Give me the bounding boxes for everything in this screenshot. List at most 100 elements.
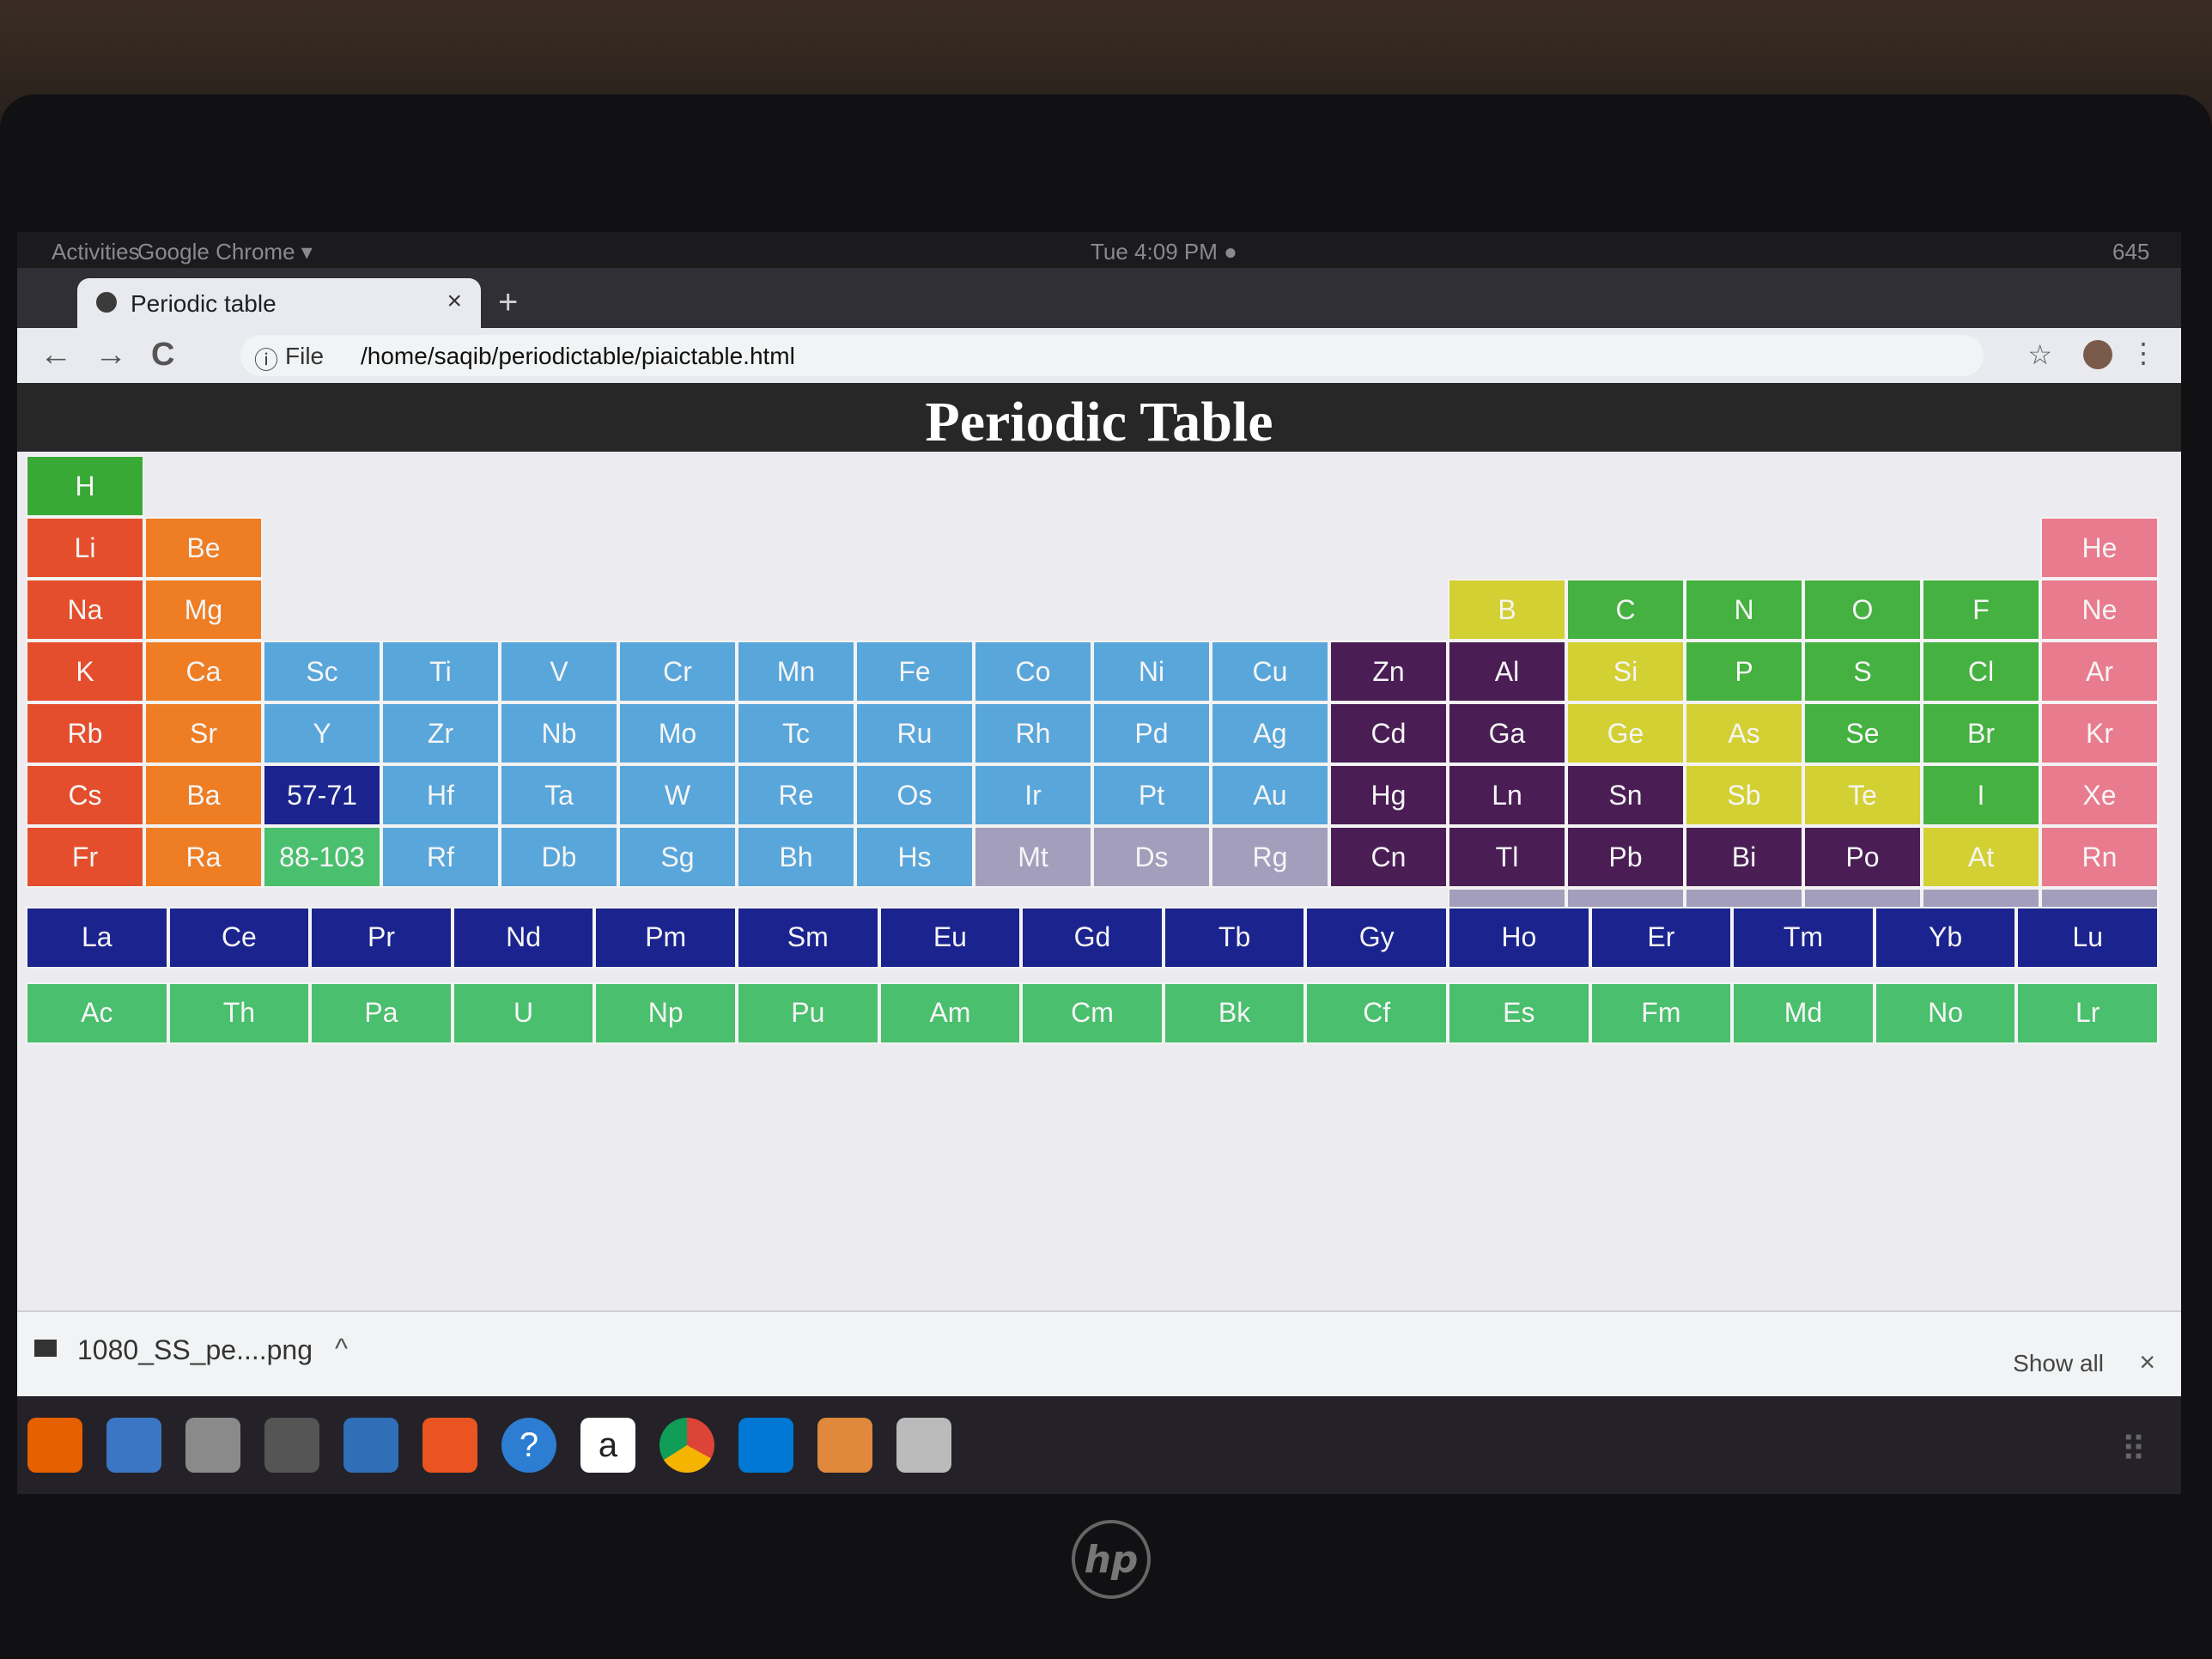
- element-zn[interactable]: Zn: [1329, 641, 1448, 702]
- actinide-lr[interactable]: Lr: [2016, 981, 2159, 1044]
- element-rh[interactable]: Rh: [974, 702, 1092, 764]
- element-al[interactable]: Al: [1448, 641, 1566, 702]
- element-88-103[interactable]: 88-103: [263, 826, 381, 888]
- element-sb[interactable]: Sb: [1685, 764, 1803, 826]
- amazon-icon[interactable]: a: [580, 1418, 635, 1473]
- element-li[interactable]: Li: [26, 517, 144, 579]
- element-ln[interactable]: Ln: [1448, 764, 1566, 826]
- element-os[interactable]: Os: [855, 764, 974, 826]
- element-ti[interactable]: Ti: [381, 641, 500, 702]
- files-icon[interactable]: [185, 1418, 240, 1473]
- lanthanide-gy[interactable]: Gy: [1305, 906, 1448, 969]
- element-sg[interactable]: Sg: [618, 826, 737, 888]
- element-ra[interactable]: Ra: [144, 826, 263, 888]
- actinide-u[interactable]: U: [452, 981, 595, 1044]
- lanthanide-pr[interactable]: Pr: [310, 906, 453, 969]
- actinide-md[interactable]: Md: [1732, 981, 1875, 1044]
- lanthanide-ho[interactable]: Ho: [1448, 906, 1590, 969]
- element-ru[interactable]: Ru: [855, 702, 974, 764]
- element-cr[interactable]: Cr: [618, 641, 737, 702]
- element-sc[interactable]: Sc: [263, 641, 381, 702]
- element-s[interactable]: S: [1803, 641, 1922, 702]
- profile-avatar[interactable]: [2083, 340, 2112, 369]
- actinide-np[interactable]: Np: [594, 981, 737, 1044]
- activities-button[interactable]: Activities: [52, 239, 140, 265]
- actinide-ac[interactable]: Ac: [26, 981, 168, 1044]
- lanthanide-tb[interactable]: Tb: [1163, 906, 1306, 969]
- vscode-icon[interactable]: [738, 1418, 793, 1473]
- lanthanide-la[interactable]: La: [26, 906, 168, 969]
- screenshot-icon[interactable]: [896, 1418, 951, 1473]
- element-cs[interactable]: Cs: [26, 764, 144, 826]
- chrome-menu-icon[interactable]: ⋮: [2130, 337, 2157, 369]
- element-po[interactable]: Po: [1803, 826, 1922, 888]
- element-c[interactable]: C: [1566, 579, 1685, 641]
- chrome-icon[interactable]: [659, 1418, 714, 1473]
- element-au[interactable]: Au: [1211, 764, 1329, 826]
- element-ca[interactable]: Ca: [144, 641, 263, 702]
- element-si[interactable]: Si: [1566, 641, 1685, 702]
- element-ir[interactable]: Ir: [974, 764, 1092, 826]
- element-w[interactable]: W: [618, 764, 737, 826]
- software-center-icon[interactable]: [422, 1418, 477, 1473]
- actinide-no[interactable]: No: [1874, 981, 2017, 1044]
- reload-button[interactable]: C: [151, 337, 174, 374]
- battery-indicator[interactable]: 645: [2112, 239, 2149, 265]
- element-rn[interactable]: Rn: [2040, 826, 2159, 888]
- element-cu[interactable]: Cu: [1211, 641, 1329, 702]
- element-te[interactable]: Te: [1803, 764, 1922, 826]
- lanthanide-er[interactable]: Er: [1589, 906, 1733, 969]
- element-f[interactable]: F: [1922, 579, 2040, 641]
- element-ag[interactable]: Ag: [1211, 702, 1329, 764]
- element-xe[interactable]: Xe: [2040, 764, 2159, 826]
- clock[interactable]: Tue 4:09 PM ●: [1091, 239, 1237, 265]
- element-sr[interactable]: Sr: [144, 702, 263, 764]
- element-fr[interactable]: Fr: [26, 826, 144, 888]
- element-57-71[interactable]: 57-71: [263, 764, 381, 826]
- element-na[interactable]: Na: [26, 579, 144, 641]
- element-hg[interactable]: Hg: [1329, 764, 1448, 826]
- actinide-bk[interactable]: Bk: [1163, 981, 1306, 1044]
- element-sn[interactable]: Sn: [1566, 764, 1685, 826]
- element-b[interactable]: B: [1448, 579, 1566, 641]
- element-ba[interactable]: Ba: [144, 764, 263, 826]
- forward-button[interactable]: →: [94, 337, 127, 374]
- element-ds[interactable]: Ds: [1092, 826, 1211, 888]
- new-tab-button[interactable]: +: [498, 283, 518, 322]
- lanthanide-pm[interactable]: Pm: [594, 906, 737, 969]
- lanthanide-yb[interactable]: Yb: [1874, 906, 2017, 969]
- element-i[interactable]: I: [1922, 764, 2040, 826]
- element-tl[interactable]: Tl: [1448, 826, 1566, 888]
- element-bh[interactable]: Bh: [737, 826, 855, 888]
- element-at[interactable]: At: [1922, 826, 2040, 888]
- actinide-pa[interactable]: Pa: [310, 981, 453, 1044]
- element-pt[interactable]: Pt: [1092, 764, 1211, 826]
- info-icon[interactable]: ⓘ: [254, 342, 278, 376]
- element-zr[interactable]: Zr: [381, 702, 500, 764]
- download-filename[interactable]: 1080_SS_pe....png: [77, 1334, 313, 1366]
- element-h[interactable]: H: [26, 455, 144, 517]
- element-rf[interactable]: Rf: [381, 826, 500, 888]
- actinide-cm[interactable]: Cm: [1021, 981, 1164, 1044]
- element-hs[interactable]: Hs: [855, 826, 974, 888]
- element-rb[interactable]: Rb: [26, 702, 144, 764]
- rhythmbox-icon[interactable]: [264, 1418, 319, 1473]
- element-y[interactable]: Y: [263, 702, 381, 764]
- tab-close-button[interactable]: ×: [447, 287, 462, 316]
- element-ta[interactable]: Ta: [500, 764, 618, 826]
- element-co[interactable]: Co: [974, 641, 1092, 702]
- element-he[interactable]: He: [2040, 517, 2159, 579]
- element-rg[interactable]: Rg: [1211, 826, 1329, 888]
- actinide-cf[interactable]: Cf: [1305, 981, 1448, 1044]
- element-ge[interactable]: Ge: [1566, 702, 1685, 764]
- element-br[interactable]: Br: [1922, 702, 2040, 764]
- element-n[interactable]: N: [1685, 579, 1803, 641]
- element-nb[interactable]: Nb: [500, 702, 618, 764]
- close-shelf-button[interactable]: ×: [2139, 1346, 2155, 1378]
- lanthanide-eu[interactable]: Eu: [878, 906, 1022, 969]
- element-se[interactable]: Se: [1803, 702, 1922, 764]
- lanthanide-tm[interactable]: Tm: [1732, 906, 1875, 969]
- firefox-icon[interactable]: [27, 1418, 82, 1473]
- download-options-caret[interactable]: ^: [335, 1333, 348, 1364]
- element-hf[interactable]: Hf: [381, 764, 500, 826]
